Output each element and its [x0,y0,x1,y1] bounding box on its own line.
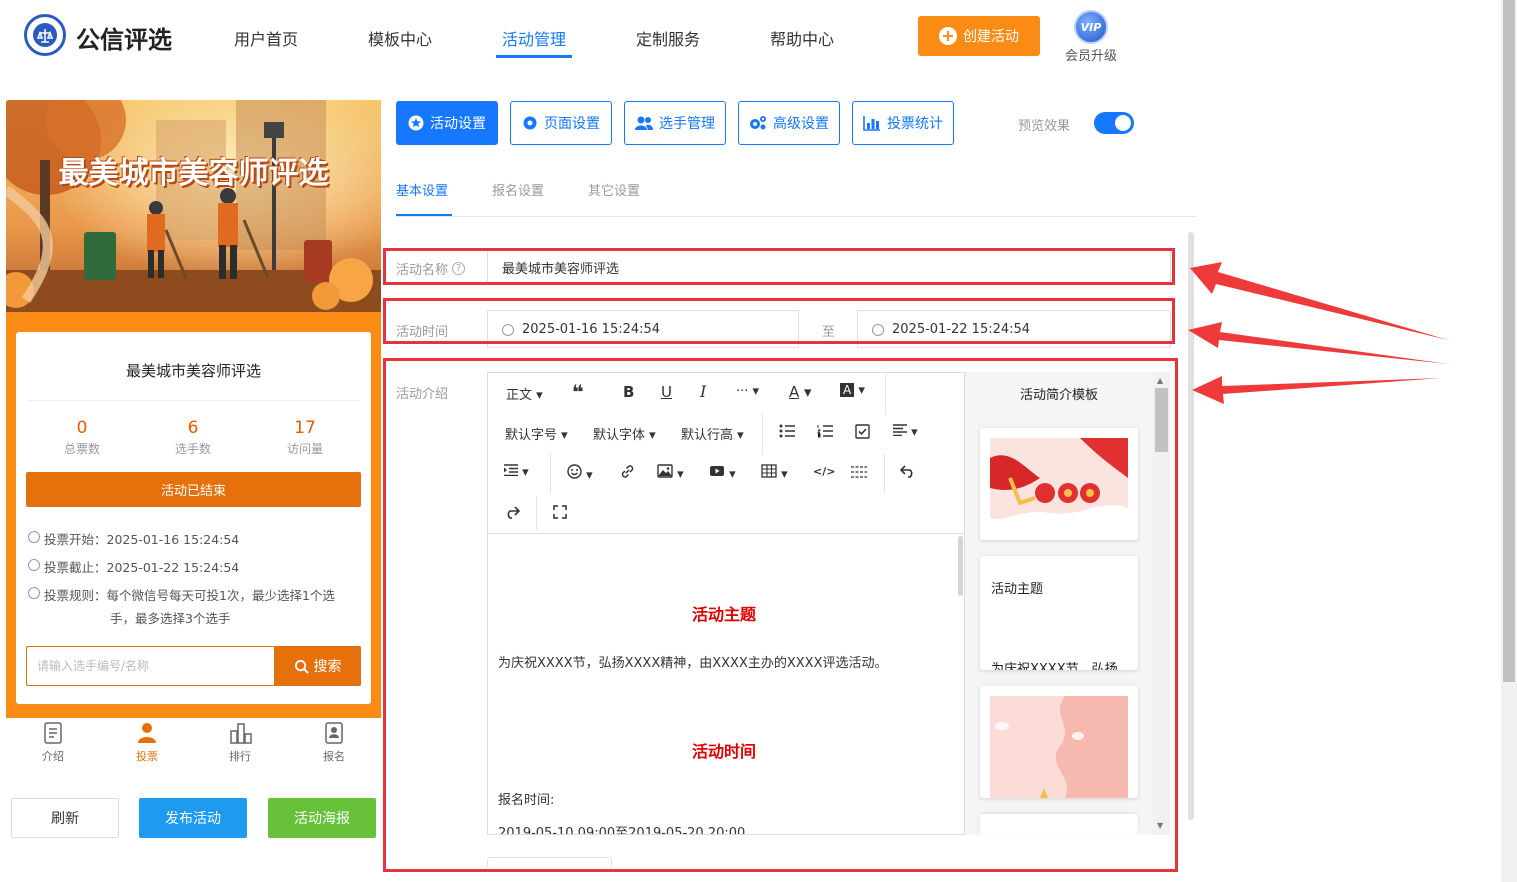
tab-vote-label: 投票 [136,750,158,763]
tab-signup[interactable]: 报名 [304,722,364,764]
refresh-button[interactable]: 刷新 [11,798,119,838]
preview-card-title: 最美城市美容师评选 [125,362,261,380]
contestant-manage-label: 选手管理 [659,116,715,132]
stat-contestants-label: 选手数 [174,442,211,456]
clock-icon [28,559,40,571]
activity-status-bar: 活动已结束 [26,472,361,507]
vote-end-text: 投票截止：2025-01-22 15:24:54 [44,560,240,575]
activity-settings-label: 活动设置 [430,116,486,132]
vote-stats-label: 投票统计 [887,116,943,132]
vip-icon[interactable]: VIP [1074,10,1108,44]
signup-icon [324,722,344,744]
activity-poster-button[interactable]: 活动海报 [268,798,376,838]
tab-vote[interactable]: 投票 [117,722,177,764]
search-button[interactable]: 搜索 [274,646,361,686]
tab-intro-label: 介绍 [42,750,64,763]
brand-name[interactable]: 公信评选 [76,20,172,55]
advanced-settings-button[interactable]: 高级设置 [738,101,840,145]
stat-total-votes-label: 总票数 [63,442,100,456]
nav-activity-manage[interactable]: 活动管理 [502,26,566,50]
vote-stats-button[interactable]: 投票统计 [852,101,954,145]
tab-ranking-label: 排行 [229,750,251,763]
publish-activity-button[interactable]: 发布活动 [139,798,247,838]
vote-start-text: 投票开始：2025-01-16 15:24:54 [44,532,240,547]
create-activity-label: 创建活动 [963,29,1019,45]
vote-rules-line: 投票规则：每个微信号每天可投1次，最少选择1个选 [28,585,335,604]
page-settings-label: 页面设置 [544,116,600,132]
stat-visits-value: 17 [294,418,316,438]
member-upgrade-link[interactable]: 会员升级 [1065,45,1117,64]
nav-template-center[interactable]: 模板中心 [368,26,432,50]
users-icon [635,116,653,130]
tab-intro[interactable]: 介绍 [23,722,83,764]
activity-settings-button[interactable]: 活动设置 [396,101,498,145]
banner-image: 最美城市美容师评选 [6,100,381,312]
stat-total-votes-value: 0 [76,418,88,438]
vote-rules-line2: 手，最多选择3个选手 [110,611,231,626]
vote-start-line: 投票开始：2025-01-16 15:24:54 [28,529,239,548]
search-button-label: 搜索 [313,659,342,675]
gear-icon [523,116,537,130]
star-icon [408,115,424,131]
contestant-search-input[interactable]: 请输入选手编号/名称 [26,646,274,686]
nav-help-center[interactable]: 帮助中心 [770,26,834,50]
banner-title: 最美城市美容师评选 [58,156,329,191]
logo-icon [24,14,66,56]
advanced-settings-label: 高级设置 [773,116,829,132]
nav-active-underline [496,55,572,58]
page-settings-button[interactable]: 页面设置 [510,101,612,145]
subtab-other[interactable]: 其它设置 [588,180,640,199]
highlight-box-name [383,248,1175,285]
page-scrollbar-thumb[interactable] [1503,0,1515,682]
contestant-manage-button[interactable]: 选手管理 [624,101,726,145]
card-divider [28,400,360,401]
annotation-arrows [1188,262,1448,404]
user-icon [137,722,157,744]
search-icon [294,659,309,674]
nav-custom-service[interactable]: 定制服务 [636,26,700,50]
info-icon [28,587,40,599]
plus-icon: + [939,27,957,45]
highlight-box-intro [383,358,1178,872]
document-icon [43,722,63,744]
highlight-box-time [383,298,1175,344]
create-activity-button[interactable]: + 创建活动 [918,16,1040,56]
subtab-signup[interactable]: 报名设置 [492,180,544,199]
vote-end-line: 投票截止：2025-01-22 15:24:54 [28,557,239,576]
bar-chart-icon [863,116,880,131]
stat-visits-label: 访问量 [286,442,323,456]
ranking-icon [230,722,252,744]
tab-signup-label: 报名 [323,750,345,763]
stat-contestants-value: 6 [187,418,199,438]
clock-icon [28,531,40,543]
nav-user-home[interactable]: 用户首页 [234,26,298,50]
preview-effect-label: 预览效果 [1018,119,1071,134]
subtab-divider [396,216,1196,217]
cogs-icon [750,116,766,130]
preview-toggle[interactable] [1094,112,1134,134]
tab-ranking[interactable]: 排行 [210,722,270,764]
vote-rules-text: 投票规则：每个微信号每天可投1次，最少选择1个选 [44,588,335,603]
subtab-basic[interactable]: 基本设置 [396,180,448,199]
